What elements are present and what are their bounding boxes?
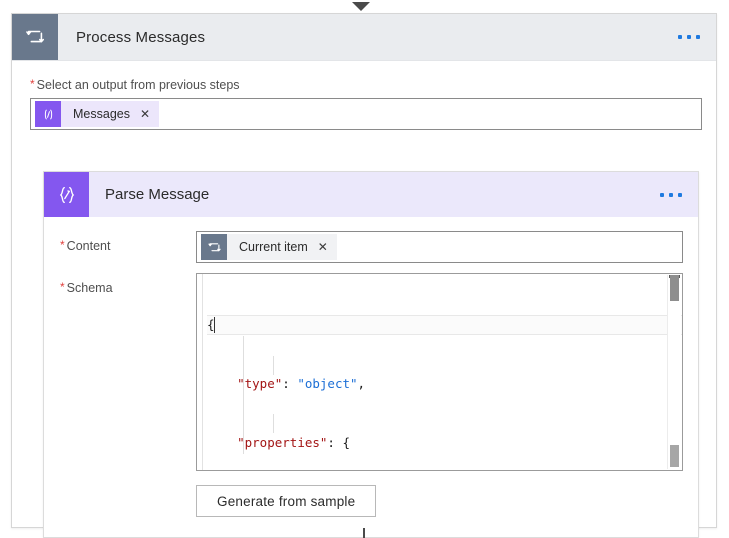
- code-line: "properties": {: [237, 434, 350, 450]
- parse-message-body: * Content Current item ✕ * Schema {"typ…: [44, 217, 698, 517]
- action-title: Process Messages: [76, 28, 206, 46]
- scrollbar-thumb[interactable]: [670, 275, 679, 301]
- select-output-label-text: Select an output from previous steps: [36, 78, 240, 92]
- loop-foreach-icon: [201, 234, 227, 260]
- content-field-row: * Content Current item ✕: [44, 231, 698, 263]
- action-card-parse-message: Parse Message * Content Current item ✕ *…: [43, 171, 699, 538]
- select-output-input[interactable]: Messages ✕: [30, 98, 702, 130]
- select-output-label: * Select an output from previous steps: [30, 77, 698, 98]
- parse-json-icon: [44, 172, 89, 217]
- schema-label-text: Schema: [66, 281, 113, 295]
- top-connector: [0, 0, 729, 14]
- content-label: * Content: [44, 231, 196, 263]
- scrollbar-thumb-lower[interactable]: [670, 445, 679, 467]
- expression-icon: [35, 101, 61, 127]
- schema-code-editor[interactable]: { "type": "object", "properties": { "Con…: [196, 273, 683, 471]
- required-marker: *: [30, 77, 35, 91]
- required-marker: *: [60, 280, 65, 294]
- action-overflow-menu-button[interactable]: [678, 35, 700, 39]
- schema-label: * Schema: [44, 273, 196, 517]
- schema-control: { "type": "object", "properties": { "Con…: [196, 273, 698, 517]
- dot-icon: [678, 35, 682, 39]
- schema-code-content: { "type": "object", "properties": { "Con…: [197, 274, 682, 470]
- token-remove-button[interactable]: ✕: [318, 241, 328, 253]
- token-label: Messages: [73, 107, 130, 121]
- token-remove-button[interactable]: ✕: [140, 108, 150, 120]
- schema-field-row: * Schema { "type": "object", "properties": [44, 273, 698, 517]
- content-label-text: Content: [66, 239, 111, 253]
- token-current-item-body: Current item ✕: [227, 234, 337, 260]
- token-current-item[interactable]: Current item ✕: [201, 234, 337, 260]
- bottom-connector: [363, 528, 365, 538]
- token-messages-body: Messages ✕: [61, 101, 160, 127]
- action-card-process-messages: Process Messages * Select an output from …: [11, 13, 717, 538]
- loop-foreach-icon: [12, 14, 58, 60]
- content-control: Current item ✕: [196, 231, 698, 263]
- token-messages[interactable]: Messages ✕: [35, 101, 160, 127]
- action-card-body: * Select an output from previous steps Me…: [12, 61, 716, 130]
- parse-message-overflow-menu-button[interactable]: [660, 192, 682, 197]
- text-caret: [214, 317, 215, 334]
- dot-icon: [696, 35, 700, 39]
- generate-from-sample-button[interactable]: Generate from sample: [196, 485, 377, 517]
- parse-message-title: Parse Message: [105, 186, 210, 203]
- dot-icon: [687, 35, 691, 39]
- code-line: "type": "object",: [237, 375, 366, 391]
- editor-vertical-scrollbar[interactable]: [667, 275, 681, 469]
- token-label: Current item: [239, 240, 308, 254]
- code-line: {: [207, 315, 682, 335]
- content-input[interactable]: Current item ✕: [196, 231, 683, 263]
- dot-icon: [678, 192, 682, 197]
- dot-icon: [660, 192, 664, 197]
- parse-message-header[interactable]: Parse Message: [44, 172, 698, 217]
- action-card-header[interactable]: Process Messages: [12, 14, 716, 61]
- chevron-down-icon: [352, 2, 370, 11]
- dot-icon: [669, 192, 673, 197]
- required-marker: *: [60, 238, 65, 252]
